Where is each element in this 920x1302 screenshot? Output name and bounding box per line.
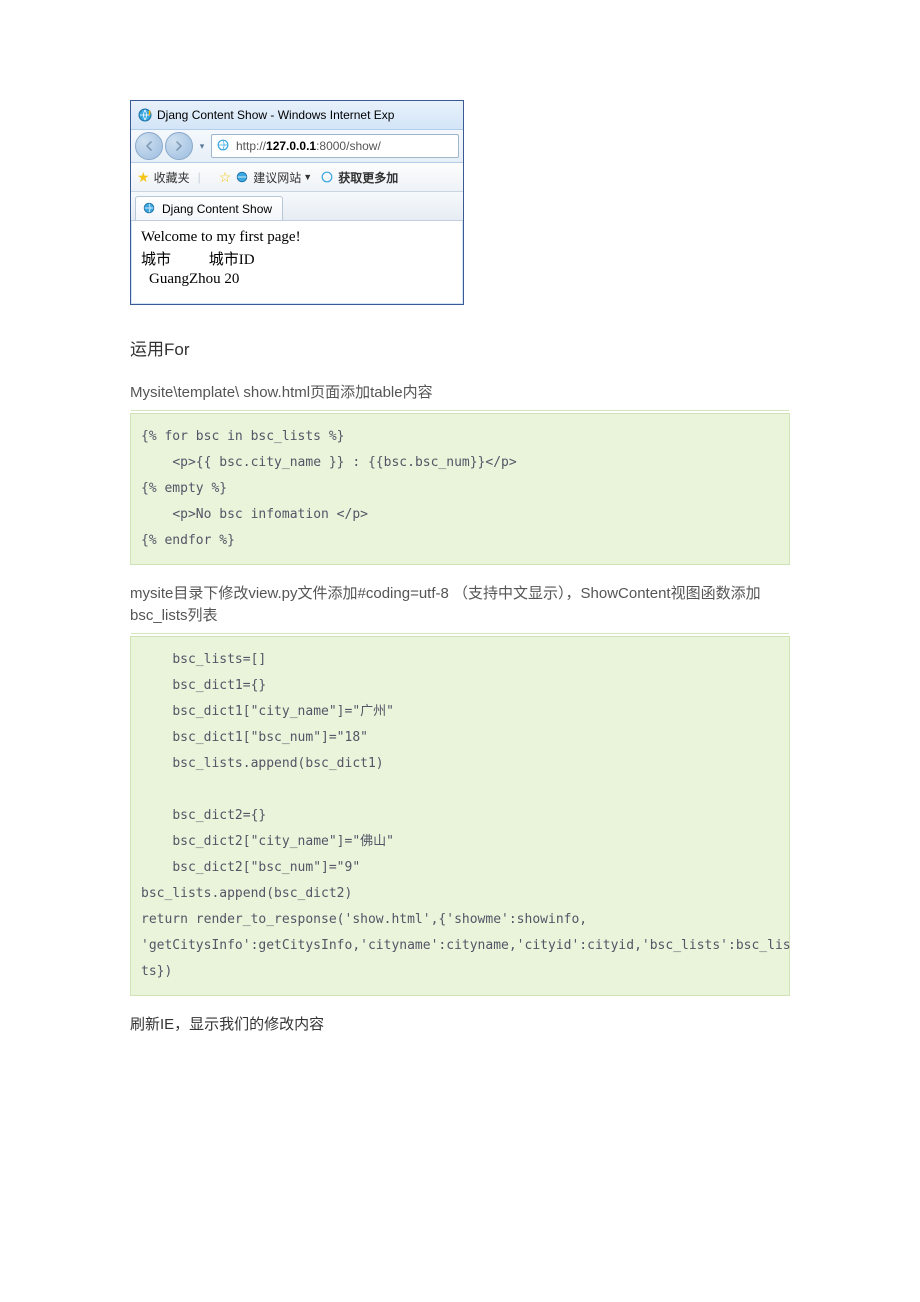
address-bar[interactable]: http://127.0.0.1:8000/show/ — [211, 134, 459, 158]
code-block-view: bsc_lists=[] bsc_dict1={} bsc_dict1["cit… — [130, 636, 790, 996]
col-cityid: 城市ID — [209, 252, 255, 268]
row-id: 20 — [224, 271, 239, 287]
url-prefix: http:// — [236, 139, 266, 153]
ie-window: Djang Content Show - Windows Internet Ex… — [130, 100, 464, 305]
page-favicon-icon — [216, 138, 232, 154]
url-host: 127.0.0.1 — [266, 139, 316, 153]
nav-dropdown-icon[interactable]: ▾ — [195, 141, 209, 152]
row-city: GuangZhou — [149, 271, 221, 287]
page-content: Welcome to my first page! 城市 城市ID GuangZ… — [131, 221, 463, 304]
window-title: Djang Content Show - Windows Internet Ex… — [157, 108, 394, 122]
ie-navbar: ▾ http://127.0.0.1:8000/show/ — [131, 130, 463, 163]
forward-button[interactable] — [165, 132, 193, 160]
divider: | — [198, 170, 201, 184]
url-port: :8000 — [316, 139, 346, 153]
para-refresh: 刷新IE，显示我们的修改内容 — [130, 1014, 790, 1037]
tab-label: Djang Content Show — [162, 202, 272, 216]
tab-favicon-icon — [142, 201, 158, 217]
get-more-label: 获取更多加 — [338, 169, 398, 186]
para-showhtml: Mysite\template\ show.html页面添加table内容 — [130, 382, 790, 405]
para-viewpy: mysite目录下修改view.py文件添加#coding=utf-8 （支持中… — [130, 583, 790, 628]
ie-small-icon — [235, 170, 249, 184]
suggested-label: 建议网站 — [253, 169, 301, 186]
back-button[interactable] — [135, 132, 163, 160]
table-header: 城市 城市ID — [141, 248, 453, 269]
welcome-text: Welcome to my first page! — [141, 229, 453, 246]
table-row: GuangZhou 20 — [141, 271, 453, 288]
ie-small-icon — [320, 170, 334, 184]
favorites-label[interactable]: 收藏夹 — [154, 169, 190, 186]
url-path: /show/ — [346, 139, 381, 153]
tab-active[interactable]: Djang Content Show — [135, 196, 283, 220]
ie-logo-icon — [137, 107, 153, 123]
section-heading-for: 运用For — [130, 335, 790, 360]
ie-titlebar: Djang Content Show - Windows Internet Ex… — [131, 101, 463, 130]
star-icon: ☆ — [219, 169, 232, 186]
code-block-template: {% for bsc in bsc_lists %} <p>{{ bsc.cit… — [130, 413, 790, 565]
col-city: 城市 — [141, 248, 205, 269]
suggested-sites[interactable]: ☆ 建议网站 ▼ — [219, 169, 313, 186]
favorites-bar: ★ 收藏夹 | ☆ 建议网站 ▼ 获取更多加 — [131, 163, 463, 192]
get-more-addons[interactable]: 获取更多加 — [320, 169, 398, 186]
tab-bar: Djang Content Show — [131, 192, 463, 221]
favorites-star-icon[interactable]: ★ — [137, 169, 150, 186]
dropdown-icon: ▼ — [303, 172, 312, 182]
